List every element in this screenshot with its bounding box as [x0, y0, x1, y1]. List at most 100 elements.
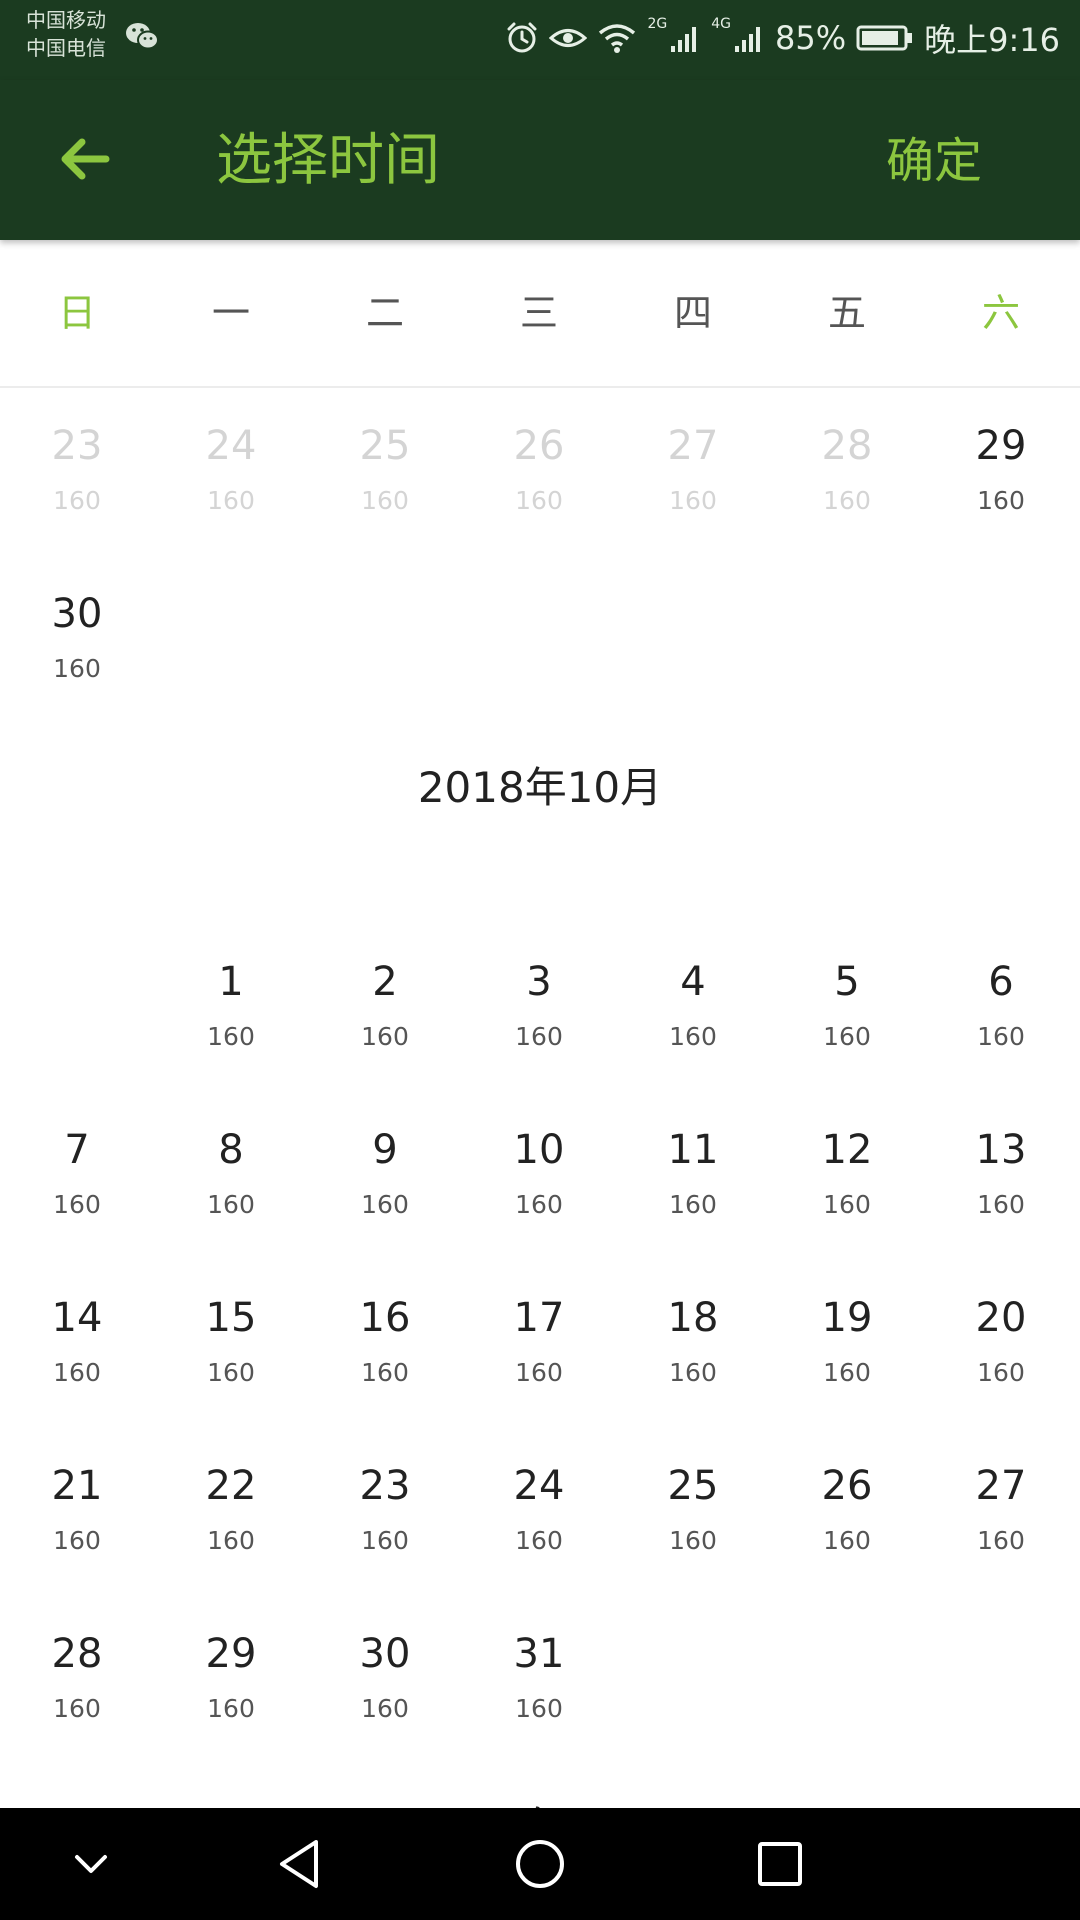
day-number: 24	[513, 1463, 565, 1509]
day-number: 6	[988, 959, 1014, 1005]
day-cell[interactable]: 6 160	[924, 924, 1078, 1092]
day-price: 160	[669, 1526, 717, 1555]
carrier-info: 中国移动 中国电信	[26, 6, 106, 62]
day-number: 13	[975, 1127, 1027, 1173]
day-number: 29	[205, 1631, 257, 1677]
day-number: 18	[667, 1295, 719, 1341]
day-cell[interactable]: 14 160	[0, 1260, 154, 1428]
day-cell[interactable]: 24 160	[462, 1428, 616, 1596]
weekday-fri: 五	[827, 291, 866, 335]
signal-icon-1	[671, 27, 697, 52]
day-price: 160	[53, 1190, 101, 1219]
weekday-thu: 四	[673, 291, 712, 335]
day-number: 21	[51, 1463, 103, 1509]
day-price: 160	[977, 1526, 1025, 1555]
back-triangle-icon[interactable]	[266, 1830, 334, 1898]
day-cell[interactable]: 1 160	[154, 924, 308, 1092]
day-cell[interactable]: 5 160	[770, 924, 924, 1092]
alarm-icon	[507, 22, 537, 53]
day-price: 160	[823, 1022, 871, 1051]
day-price: 160	[207, 1694, 255, 1723]
day-price: 160	[361, 1022, 409, 1051]
page-title: 选择时间	[216, 128, 440, 193]
clock: 晚上9:16	[924, 21, 1060, 59]
day-cell[interactable]: 8 160	[154, 1092, 308, 1260]
network-type-1: 2G	[647, 16, 668, 32]
day-cell[interactable]: 17 160	[462, 1260, 616, 1428]
week-row: 7 160 8 160 9 160 10 160 11 160 12 160 13 160	[0, 1092, 1080, 1260]
day-cell[interactable]: 15 160	[154, 1260, 308, 1428]
day-price: 160	[515, 486, 563, 515]
day-cell[interactable]: 9 160	[308, 1092, 462, 1260]
day-cell[interactable]: 20 160	[924, 1260, 1078, 1428]
day-price: 160	[669, 486, 717, 515]
recent-apps-square-icon[interactable]	[746, 1830, 814, 1898]
day-cell[interactable]: 16 160	[308, 1260, 462, 1428]
weekday-sun: 日	[57, 291, 96, 335]
day-cell[interactable]: 10 160	[462, 1092, 616, 1260]
day-price: 160	[515, 1694, 563, 1723]
carrier-2: 中国电信	[26, 36, 106, 60]
day-number: 29	[975, 423, 1027, 469]
day-price: 160	[361, 1358, 409, 1387]
collapse-chevron-icon[interactable]	[57, 1830, 125, 1898]
confirm-button[interactable]: 确定	[886, 128, 982, 194]
day-cell[interactable]: 21 160	[0, 1428, 154, 1596]
day-price: 160	[977, 486, 1025, 515]
calendar-list[interactable]: 23 160 24 160 25 160 26 160 27 160 28 160 29 160 30 160…	[0, 388, 1080, 1808]
day-number: 1	[218, 959, 244, 1005]
day-number: 2	[372, 959, 398, 1005]
day-number: 11	[667, 1127, 719, 1173]
day-cell[interactable]: 3 160	[462, 924, 616, 1092]
day-number: 27	[975, 1463, 1027, 1509]
day-cell[interactable]: 25 160	[616, 1428, 770, 1596]
day-price: 160	[669, 1358, 717, 1387]
day-number: 7	[64, 1127, 90, 1173]
day-cell[interactable]: 18 160	[616, 1260, 770, 1428]
week-row: 30 160	[0, 556, 1080, 724]
day-price: 160	[361, 1694, 409, 1723]
day-cell[interactable]: 4 160	[616, 924, 770, 1092]
day-cell[interactable]: 7 160	[0, 1092, 154, 1260]
day-cell[interactable]: 22 160	[154, 1428, 308, 1596]
network-type-2: 4G	[711, 16, 731, 32]
weekday-tue: 二	[365, 291, 404, 335]
navigation-bar	[0, 1808, 1080, 1920]
weekday-mon: 一	[211, 291, 250, 335]
day-price: 160	[823, 1190, 871, 1219]
week-row: 28 160 29 160 30 160 31 160	[0, 1596, 1080, 1764]
day-number: 25	[667, 1463, 719, 1509]
carrier-1: 中国移动	[26, 8, 106, 32]
day-price: 160	[207, 1190, 255, 1219]
day-cell[interactable]: 29 160	[924, 388, 1078, 556]
day-cell[interactable]: 12 160	[770, 1092, 924, 1260]
day-cell[interactable]: 27 160	[924, 1428, 1078, 1596]
day-cell[interactable]: 26 160	[770, 1428, 924, 1596]
day-price: 160	[669, 1190, 717, 1219]
day-number: 19	[821, 1295, 873, 1341]
day-cell[interactable]: 30 160	[0, 556, 154, 724]
day-cell[interactable]: 31 160	[462, 1596, 616, 1764]
day-number: 31	[513, 1631, 565, 1677]
day-cell[interactable]: 19 160	[770, 1260, 924, 1428]
day-number: 15	[205, 1295, 257, 1341]
day-cell[interactable]: 2 160	[308, 924, 462, 1092]
day-number: 23	[359, 1463, 411, 1509]
battery-icon	[856, 25, 913, 51]
day-cell: 24 160	[154, 388, 308, 556]
day-price: 160	[669, 1022, 717, 1051]
home-circle-icon[interactable]	[506, 1830, 574, 1898]
day-cell[interactable]: 28 160	[0, 1596, 154, 1764]
day-number: 28	[51, 1631, 103, 1677]
back-arrow-icon[interactable]	[50, 124, 120, 194]
day-number: 10	[513, 1127, 565, 1173]
day-cell[interactable]: 29 160	[154, 1596, 308, 1764]
day-cell[interactable]: 23 160	[308, 1428, 462, 1596]
wechat-icon	[126, 23, 159, 50]
day-number: 28	[821, 423, 873, 469]
day-cell[interactable]: 13 160	[924, 1092, 1078, 1260]
week-row: 23 160 24 160 25 160 26 160 27 160 28 160 29 160	[0, 388, 1080, 556]
day-price: 160	[53, 1358, 101, 1387]
day-cell[interactable]: 11 160	[616, 1092, 770, 1260]
day-cell[interactable]: 30 160	[308, 1596, 462, 1764]
